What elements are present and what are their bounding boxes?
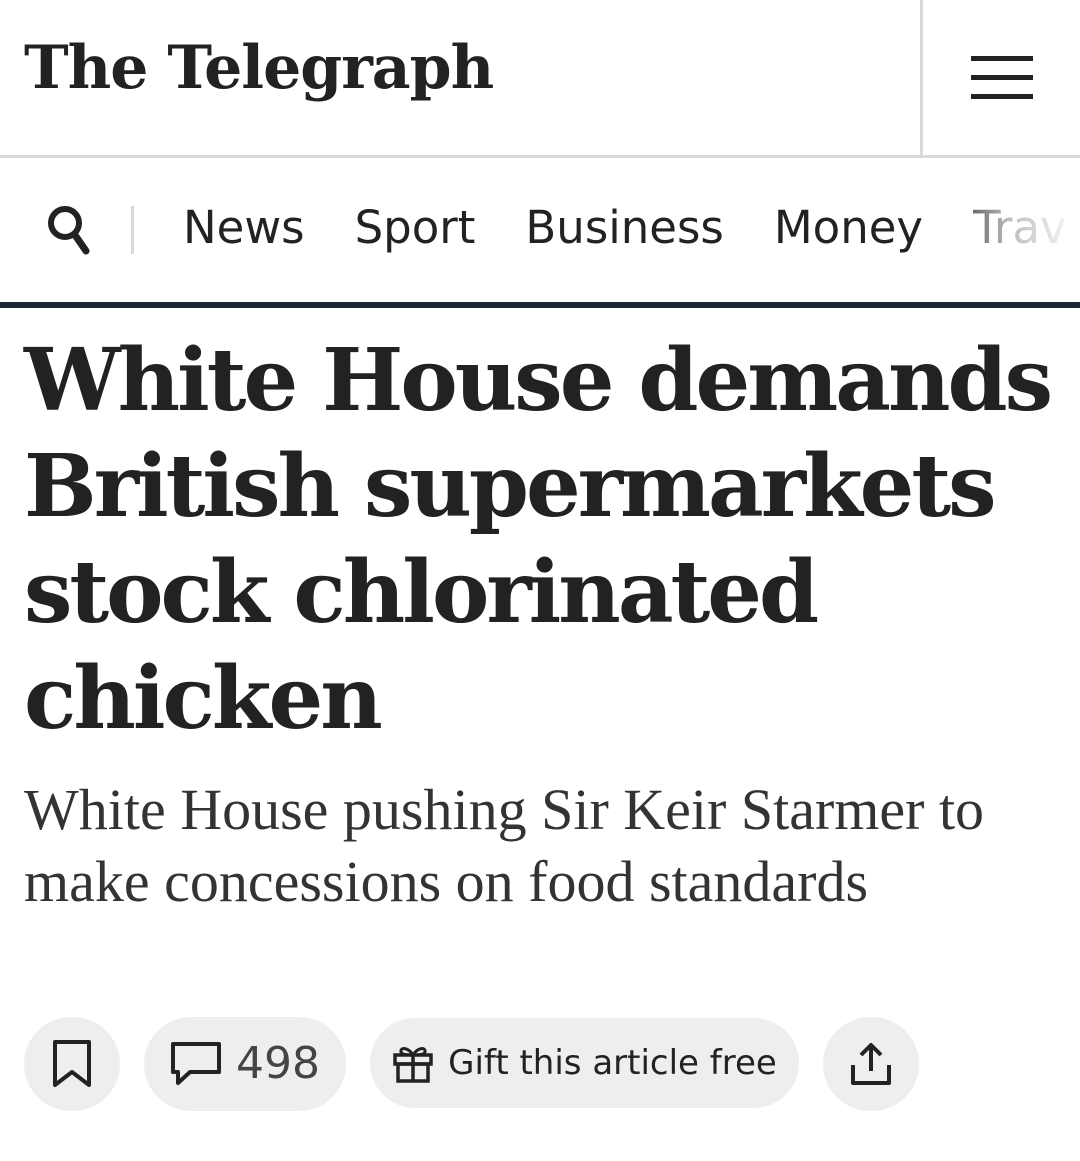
gift-article-label: Gift this article free <box>448 1043 777 1083</box>
site-header: The Telegraph <box>0 0 1080 158</box>
search-icon <box>48 206 90 255</box>
nav-item-money[interactable]: Money <box>774 198 923 258</box>
comments-button[interactable]: 498 <box>144 1017 346 1111</box>
nav-item-travel[interactable]: Trav <box>973 198 1067 258</box>
search-button[interactable] <box>40 202 96 258</box>
nav-separator <box>131 206 134 254</box>
hamburger-menu-icon <box>970 55 1033 99</box>
section-nav: News Sport Business Money Trav <box>0 158 1080 304</box>
bookmark-button[interactable] <box>24 1017 120 1111</box>
gift-icon <box>393 1047 433 1083</box>
share-icon <box>851 1043 891 1085</box>
telegraph-logo[interactable]: The Telegraph <box>24 28 494 108</box>
menu-button[interactable] <box>923 0 1080 155</box>
nav-item-business[interactable]: Business <box>525 198 723 258</box>
share-button[interactable] <box>823 1017 919 1111</box>
nav-items: News Sport Business Money Trav <box>183 198 1080 258</box>
nav-bottom-rule <box>0 302 1080 308</box>
article-standfirst: White House pushing Sir Keir Starmer to … <box>24 777 985 914</box>
comment-icon <box>171 1042 221 1085</box>
gift-article-button[interactable]: Gift this article free <box>370 1018 799 1108</box>
article-headline: White House demands British supermarkets… <box>24 330 1053 749</box>
nav-item-sport[interactable]: Sport <box>355 198 476 258</box>
comments-count: 498 <box>236 1038 320 1089</box>
nav-item-news[interactable]: News <box>183 198 305 258</box>
bookmark-icon <box>53 1040 91 1087</box>
